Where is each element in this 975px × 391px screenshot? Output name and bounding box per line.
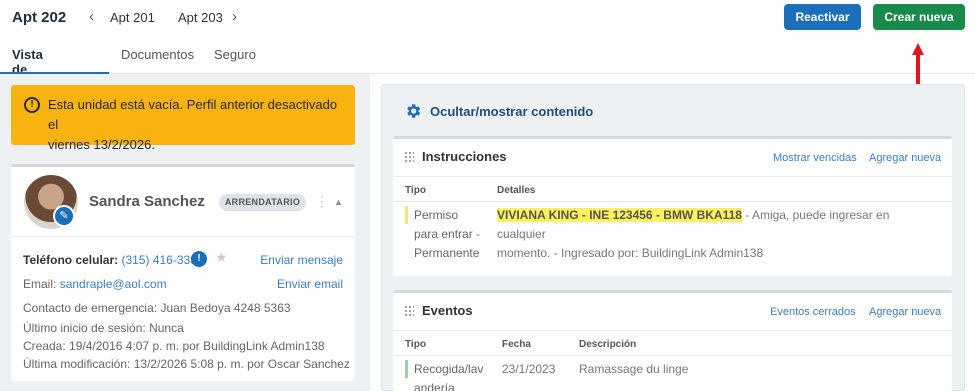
drag-handle-icon[interactable] <box>404 151 414 163</box>
modified-row: Última modificación: 13/2/2026 5:08 p. m… <box>23 357 350 371</box>
tab-documents[interactable]: Documentos <box>121 47 194 62</box>
col-type: Tipo <box>405 185 426 196</box>
top-bar: Apt 202 ‹ Apt 201 Apt 203 › Reactivar Cr… <box>0 0 975 92</box>
instruction-type-line-2: para entrar - <box>414 227 481 241</box>
events-title: Eventos <box>422 303 473 318</box>
event-description: Ramassage du linge <box>579 362 689 376</box>
panel-divider <box>393 176 952 177</box>
left-column: ! Esta unidad está vacía. Perfil anterio… <box>0 74 370 391</box>
next-unit-link[interactable]: Apt 203 <box>178 10 223 25</box>
col-details: Detalles <box>497 185 536 196</box>
email-row: Email: sandraple@aol.com <box>23 277 167 291</box>
reactivate-button[interactable]: Reactivar <box>784 4 861 30</box>
warning-line-2: viernes 13/2/2026. <box>48 137 155 152</box>
instruction-detail-line-2: momento. - Ingresado por: BuildingLink A… <box>497 246 764 260</box>
pencil-icon[interactable]: ✎ <box>53 205 75 227</box>
phone-label: Teléfono celular: <box>23 253 119 267</box>
email-label: Email: <box>23 277 57 291</box>
last-login-label: Último inicio de sesión: <box>23 321 146 335</box>
modified-value: 13/2/2026 5:08 p. m. por Oscar Sanchez <box>133 357 350 371</box>
create-new-button[interactable]: Crear nueva <box>873 4 965 30</box>
row-status-bar <box>405 206 408 224</box>
drag-handle-icon[interactable] <box>404 305 414 317</box>
instruction-type: Permiso para entrar - Permanente <box>414 206 480 263</box>
instruction-type-line-1: Permiso <box>414 208 459 222</box>
event-date: 23/1/2023 <box>502 362 556 376</box>
events-panel: Eventos Eventos cerrados Agregar nueva T… <box>393 290 952 391</box>
event-type-line-1: Recogida/lav <box>414 362 484 376</box>
chevron-up-icon[interactable]: ▲ <box>334 197 343 207</box>
instruction-details: VIVIANA KING - INE 123456 - BMW BKA118 -… <box>497 206 937 263</box>
emergency-row: Contacto de emergencia: Juan Bedoya 4248… <box>23 301 291 315</box>
show-expired-link[interactable]: Mostrar vencidas <box>773 152 857 164</box>
alert-icon: ! <box>24 97 40 113</box>
card-divider <box>11 236 355 237</box>
prev-unit-link[interactable]: Apt 201 <box>110 10 155 25</box>
tab-insurance[interactable]: Seguro <box>214 47 256 62</box>
closed-events-link[interactable]: Eventos cerrados <box>770 306 856 318</box>
panel-divider <box>393 330 952 331</box>
emergency-value: Juan Bedoya 4248 5363 <box>160 301 291 315</box>
role-badge: ARRENDATARIO <box>219 194 306 211</box>
panel-divider <box>393 201 952 202</box>
email-link[interactable]: sandraple@aol.com <box>60 277 167 291</box>
created-value: 19/4/2016 4:07 p. m. por BuildingLink Ad… <box>69 339 325 353</box>
send-email-link[interactable]: Enviar email <box>277 277 343 291</box>
send-message-link[interactable]: Enviar mensaje <box>260 253 343 267</box>
instruction-type-line-3: Permanente <box>414 246 480 260</box>
toggle-content-link[interactable]: Ocultar/mostrar contenido <box>430 104 593 119</box>
col-type: Tipo <box>405 339 426 350</box>
content-panel: Ocultar/mostrar contenido Instrucciones … <box>381 84 965 391</box>
highlighted-visitor: VIVIANA KING - INE 123456 - BMW BKA118 <box>497 208 742 222</box>
col-description: Descripción <box>579 339 637 350</box>
phone-row: Teléfono celular: (315) 416-3338 <box>23 253 204 267</box>
instructions-title: Instrucciones <box>422 149 507 164</box>
panel-divider <box>393 355 952 356</box>
chevron-right-icon[interactable]: › <box>232 8 237 25</box>
col-date: Fecha <box>502 339 531 350</box>
modified-label: Última modificación: <box>23 357 131 371</box>
vacant-unit-warning: ! Esta unidad está vacía. Perfil anterio… <box>11 85 355 152</box>
event-type-line-2: andería <box>414 381 455 391</box>
created-row: Creada: 19/4/2016 4:07 p. m. por Buildin… <box>23 339 325 353</box>
emergency-label: Contacto de emergencia: <box>23 301 158 315</box>
resident-card: ✎ Sandra Sanchez ARRENDATARIO ⋮ ▲ Teléfo… <box>11 164 355 381</box>
resident-name: Sandra Sanchez <box>89 193 205 210</box>
add-instruction-link[interactable]: Agregar nueva <box>869 152 941 164</box>
last-login-value: Nunca <box>149 321 184 335</box>
chevron-left-icon[interactable]: ‹ <box>89 8 94 25</box>
created-label: Creada: <box>23 339 66 353</box>
last-login-row: Último inicio de sesión: Nunca <box>23 321 184 335</box>
star-icon[interactable]: ★ <box>215 249 228 266</box>
more-options-icon[interactable]: ⋮ <box>315 193 329 210</box>
event-type: Recogida/lav andería <box>414 360 483 391</box>
warning-line-1: Esta unidad está vacía. Perfil anterior … <box>48 97 338 132</box>
row-status-bar <box>405 360 408 378</box>
info-icon[interactable]: ! <box>191 251 207 267</box>
unit-title: Apt 202 <box>12 9 67 26</box>
add-event-link[interactable]: Agregar nueva <box>869 306 941 318</box>
gear-icon[interactable] <box>404 102 422 120</box>
instructions-panel: Instrucciones Mostrar vencidas Agregar n… <box>393 136 952 276</box>
